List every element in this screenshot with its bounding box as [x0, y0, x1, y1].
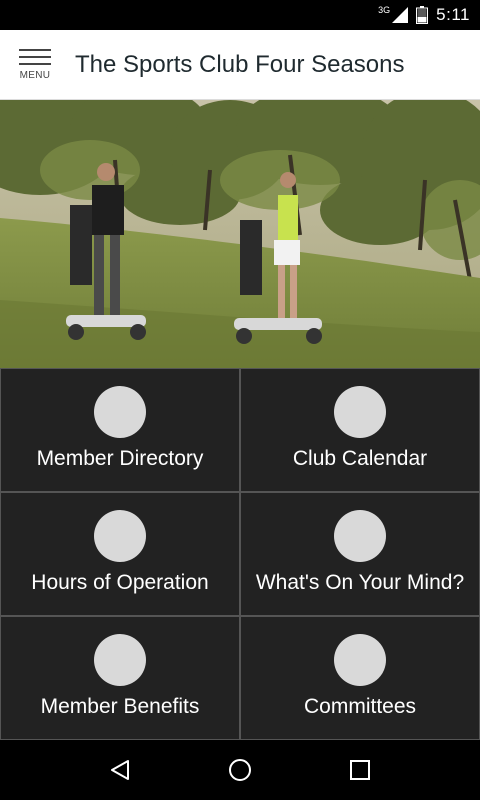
member-directory-icon: [94, 386, 146, 438]
hours-of-operation-icon: [94, 510, 146, 562]
network-type: 3G: [378, 5, 391, 15]
back-icon: [111, 760, 129, 780]
menu-grid: Member Directory Club Calendar Hours of …: [0, 368, 480, 740]
page-title: The Sports Club Four Seasons: [75, 50, 405, 78]
navigation-bar: [0, 740, 480, 800]
app-bar: MENU The Sports Club Four Seasons: [0, 30, 480, 100]
hamburger-icon: [19, 48, 51, 65]
recents-icon: [350, 760, 370, 780]
home-icon: [229, 759, 251, 781]
back-button[interactable]: [100, 750, 140, 790]
tile-label: Hours of Operation: [31, 571, 209, 594]
tile-member-benefits[interactable]: Member Benefits: [0, 616, 240, 740]
whats-on-your-mind-icon: [334, 510, 386, 562]
clock: 5:11: [436, 5, 470, 24]
committees-icon: [334, 634, 386, 686]
recents-button[interactable]: [340, 750, 380, 790]
tile-label: Committees: [303, 695, 417, 718]
signal-icon: [392, 7, 409, 23]
tile-whats-on-your-mind[interactable]: What's On Your Mind?: [240, 492, 480, 616]
tile-club-calendar[interactable]: Club Calendar: [240, 368, 480, 492]
tile-member-directory[interactable]: Member Directory: [0, 368, 240, 492]
battery-icon: [416, 6, 429, 24]
status-bar: 3G 5:11: [0, 0, 480, 30]
tile-label: Member Directory: [36, 447, 204, 470]
hero-image: [0, 100, 480, 368]
tile-label: Member Benefits: [40, 695, 200, 718]
tile-label: What's On Your Mind?: [255, 571, 465, 594]
golf-course-photo: [0, 100, 480, 368]
member-benefits-icon: [94, 634, 146, 686]
club-calendar-icon: [334, 386, 386, 438]
menu-button[interactable]: MENU: [0, 30, 70, 100]
tile-label: Club Calendar: [292, 447, 428, 470]
menu-label: MENU: [19, 69, 51, 81]
tile-hours-of-operation[interactable]: Hours of Operation: [0, 492, 240, 616]
home-button[interactable]: [220, 750, 260, 790]
tile-committees[interactable]: Committees: [240, 616, 480, 740]
